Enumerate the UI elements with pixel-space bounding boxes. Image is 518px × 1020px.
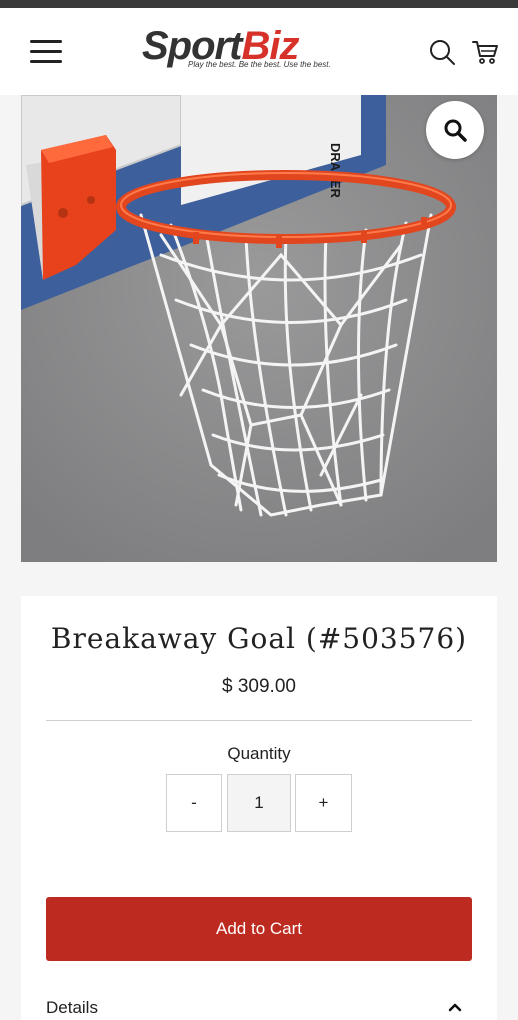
sportbiz-logo[interactable]: SportBiz Play the best. Be the best. Use… [142, 26, 376, 72]
quantity-decrease-button[interactable]: - [166, 774, 222, 832]
details-label: Details [46, 998, 98, 1017]
quantity-label: Quantity [227, 744, 291, 763]
search-button[interactable] [428, 38, 456, 66]
chevron-up-icon [448, 1003, 462, 1012]
search-icon [430, 40, 455, 65]
quantity-increase-button[interactable]: + [295, 774, 352, 832]
product-title: Breakaway Goal (#503576) [50, 622, 468, 655]
menu-button[interactable] [30, 40, 62, 64]
logo-tagline: Play the best. Be the best. Use the best… [188, 60, 331, 69]
site-header: SportBiz Play the best. Be the best. Use… [0, 8, 518, 95]
cart-button[interactable] [471, 38, 499, 66]
quantity-input[interactable]: 1 [227, 774, 291, 832]
menu-icon [30, 40, 62, 43]
product-image[interactable]: DRAPER [21, 95, 497, 562]
zoom-icon [444, 119, 467, 142]
status-strip [0, 0, 518, 8]
product-info-card: Breakaway Goal (#503576) $ 309.00 Quanti… [21, 596, 497, 1020]
zoom-button[interactable] [426, 101, 484, 159]
product-price: $ 309.00 [222, 676, 296, 697]
divider [46, 720, 472, 721]
add-to-cart-button[interactable]: Add to Cart [46, 897, 472, 961]
backboard-brand-text: DRAPER [328, 143, 343, 199]
cart-icon [472, 41, 498, 64]
details-accordion[interactable]: Details [46, 996, 472, 1020]
basketball-hoop-image: DRAPER [21, 95, 497, 562]
